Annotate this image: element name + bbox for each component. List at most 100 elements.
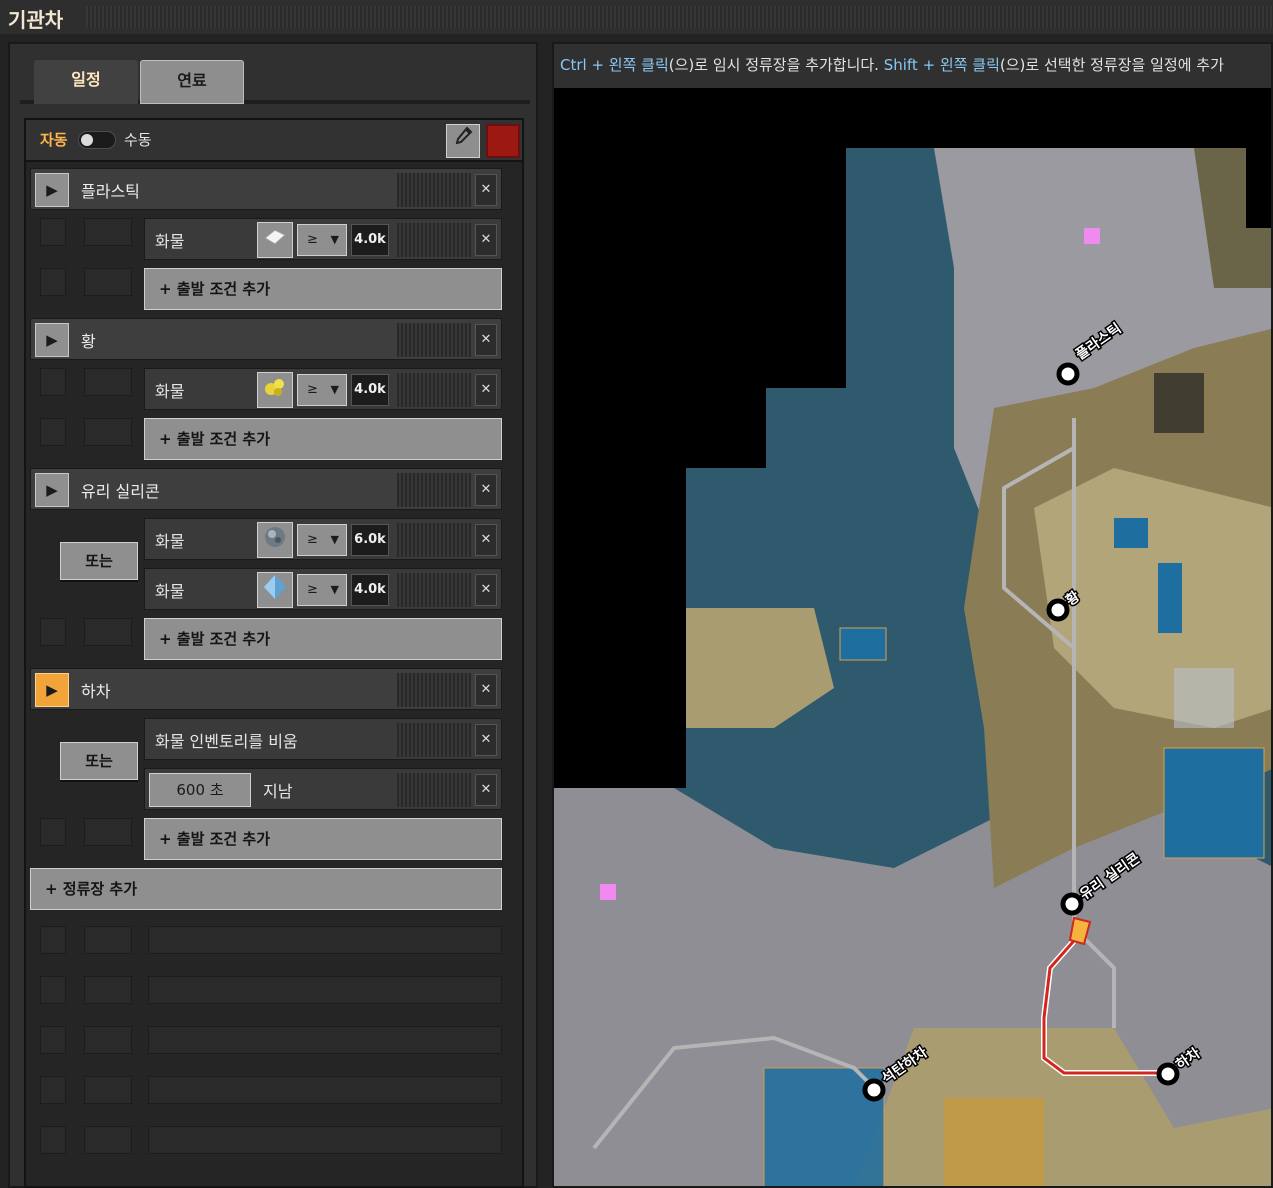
silicon-crystal-icon[interactable] bbox=[257, 572, 293, 608]
time-field[interactable]: 600 초 bbox=[149, 773, 251, 807]
station-row-sulfur[interactable]: ▶ 황 ✕ bbox=[30, 318, 502, 360]
building bbox=[1154, 373, 1204, 433]
empty-slot bbox=[40, 218, 66, 246]
comparator-select[interactable]: ≥ ▼ bbox=[297, 524, 347, 556]
drag-grip[interactable] bbox=[397, 773, 471, 807]
empty-slot bbox=[40, 1026, 66, 1054]
hint-end: (으)로 선택한 정류장을 일정에 추가 bbox=[999, 56, 1224, 74]
station-row-plastic[interactable]: ▶ 플라스틱 ✕ bbox=[30, 168, 502, 210]
empty-slot bbox=[84, 976, 132, 1004]
comparator-value: ≥ bbox=[307, 382, 318, 397]
drag-grip[interactable] bbox=[397, 373, 471, 407]
condition-type: 화물 인벤토리를 비움 bbox=[155, 732, 298, 751]
train-map[interactable]: 플라스틱 황 유리 실리콘 석탄하차 하차 bbox=[554, 88, 1273, 1188]
drag-handle[interactable] bbox=[86, 6, 1273, 28]
drag-grip[interactable] bbox=[397, 323, 471, 357]
station-name: 하차 bbox=[81, 682, 111, 701]
condition-row[interactable]: 화물 ≥ ▼ 4.0k ✕ bbox=[144, 368, 502, 410]
drag-grip[interactable] bbox=[397, 223, 471, 257]
drag-grip[interactable] bbox=[397, 523, 471, 557]
condition-row[interactable]: 화물 ≥ ▼ 4.0k ✕ bbox=[144, 568, 502, 610]
tab-fuel[interactable]: 연료 bbox=[140, 60, 244, 104]
add-condition-button[interactable]: + 출발 조건 추가 bbox=[144, 818, 502, 860]
station-row-glass-silicon[interactable]: ▶ 유리 실리콘 ✕ bbox=[30, 468, 502, 510]
condition-row[interactable]: 화물 ≥ ▼ 6.0k ✕ bbox=[144, 518, 502, 560]
add-station-button[interactable]: + 정류장 추가 bbox=[30, 868, 502, 910]
empty-slot bbox=[84, 1076, 132, 1104]
title-bar[interactable]: 기관차 bbox=[0, 0, 1273, 34]
station-name: 황 bbox=[81, 332, 96, 351]
schedule-panel: 일정 연료 자동 수동 ▶ 플라스틱 ✕ 화물 ≥ ▼ 4.0k ✕ + 출발 … bbox=[8, 42, 538, 1188]
amount-field[interactable]: 4.0k bbox=[351, 224, 389, 256]
comparator-select[interactable]: ≥ ▼ bbox=[297, 224, 347, 256]
station-marker-coal-unload bbox=[862, 1078, 886, 1102]
condition-type: 화물 bbox=[155, 532, 185, 551]
building bbox=[1114, 518, 1148, 548]
close-icon[interactable]: ✕ bbox=[475, 574, 497, 606]
close-icon[interactable]: ✕ bbox=[475, 374, 497, 406]
map-marker bbox=[600, 884, 616, 900]
add-condition-button[interactable]: + 출발 조건 추가 bbox=[144, 618, 502, 660]
train-color-swatch[interactable] bbox=[486, 124, 520, 158]
sulfur-icon[interactable] bbox=[257, 372, 293, 408]
empty-slot bbox=[40, 368, 66, 396]
station-name: 플라스틱 bbox=[81, 182, 140, 201]
comparator-select[interactable]: ≥ ▼ bbox=[297, 374, 347, 406]
station-row-unload[interactable]: ▶ 하차 ✕ bbox=[30, 668, 502, 710]
drag-grip[interactable] bbox=[397, 573, 471, 607]
or-connector-button[interactable]: 또는 bbox=[60, 542, 138, 580]
condition-row[interactable]: 화물 ≥ ▼ 4.0k ✕ bbox=[144, 218, 502, 260]
close-icon[interactable]: ✕ bbox=[475, 174, 497, 206]
station-marker-plastic bbox=[1056, 362, 1080, 386]
condition-type: 화물 bbox=[155, 382, 185, 401]
comparator-select[interactable]: ≥ ▼ bbox=[297, 574, 347, 606]
empty-slot bbox=[40, 418, 66, 446]
drag-grip[interactable] bbox=[397, 673, 471, 707]
auto-manual-toggle[interactable] bbox=[78, 131, 116, 149]
map-canvas[interactable]: 플라스틱 황 유리 실리콘 석탄하차 하차 bbox=[554, 88, 1273, 1188]
condition-row[interactable]: 600 초 지남 ✕ bbox=[144, 768, 502, 810]
play-icon[interactable]: ▶ bbox=[35, 173, 69, 207]
condition-type: 화물 bbox=[155, 232, 185, 251]
empty-slot bbox=[84, 1126, 132, 1154]
close-icon[interactable]: ✕ bbox=[475, 474, 497, 506]
tab-bar: 일정 연료 bbox=[20, 56, 530, 104]
amount-field[interactable]: 6.0k bbox=[351, 524, 389, 556]
manual-label: 수동 bbox=[124, 131, 152, 149]
drag-grip[interactable] bbox=[397, 173, 471, 207]
play-icon[interactable]: ▶ bbox=[35, 323, 69, 357]
auto-label: 자동 bbox=[40, 131, 68, 149]
building bbox=[1158, 563, 1182, 633]
play-icon[interactable]: ▶ bbox=[35, 673, 69, 707]
station-marker-glass-silicon bbox=[1060, 892, 1084, 916]
play-icon[interactable]: ▶ bbox=[35, 473, 69, 507]
add-condition-button[interactable]: + 출발 조건 추가 bbox=[144, 268, 502, 310]
comparator-value: ≥ bbox=[307, 232, 318, 247]
empty-slot bbox=[40, 1076, 66, 1104]
close-icon[interactable]: ✕ bbox=[475, 224, 497, 256]
drag-grip[interactable] bbox=[397, 473, 471, 507]
station-name: 유리 실리콘 bbox=[81, 482, 160, 501]
empty-slot bbox=[40, 926, 66, 954]
drag-grip[interactable] bbox=[397, 723, 471, 757]
close-icon[interactable]: ✕ bbox=[475, 774, 497, 806]
plastic-bar-icon[interactable] bbox=[257, 222, 293, 258]
close-icon[interactable]: ✕ bbox=[475, 674, 497, 706]
stone-icon[interactable] bbox=[257, 522, 293, 558]
add-condition-button[interactable]: + 출발 조건 추가 bbox=[144, 418, 502, 460]
or-connector-button[interactable]: 또는 bbox=[60, 742, 138, 780]
pipette-icon[interactable] bbox=[446, 124, 480, 158]
building bbox=[1174, 668, 1234, 728]
hint-ctrl: Ctrl + 왼쪽 클릭 bbox=[560, 56, 669, 74]
empty-slot bbox=[84, 368, 132, 396]
condition-row[interactable]: 화물 인벤토리를 비움 ✕ bbox=[144, 718, 502, 760]
close-icon[interactable]: ✕ bbox=[475, 324, 497, 356]
amount-field[interactable]: 4.0k bbox=[351, 374, 389, 406]
close-icon[interactable]: ✕ bbox=[475, 524, 497, 556]
amount-field[interactable]: 4.0k bbox=[351, 574, 389, 606]
tab-schedule[interactable]: 일정 bbox=[34, 60, 138, 104]
close-icon[interactable]: ✕ bbox=[475, 724, 497, 756]
station-marker-sulfur bbox=[1046, 598, 1070, 622]
empty-slot bbox=[84, 268, 132, 296]
empty-row bbox=[148, 926, 502, 954]
